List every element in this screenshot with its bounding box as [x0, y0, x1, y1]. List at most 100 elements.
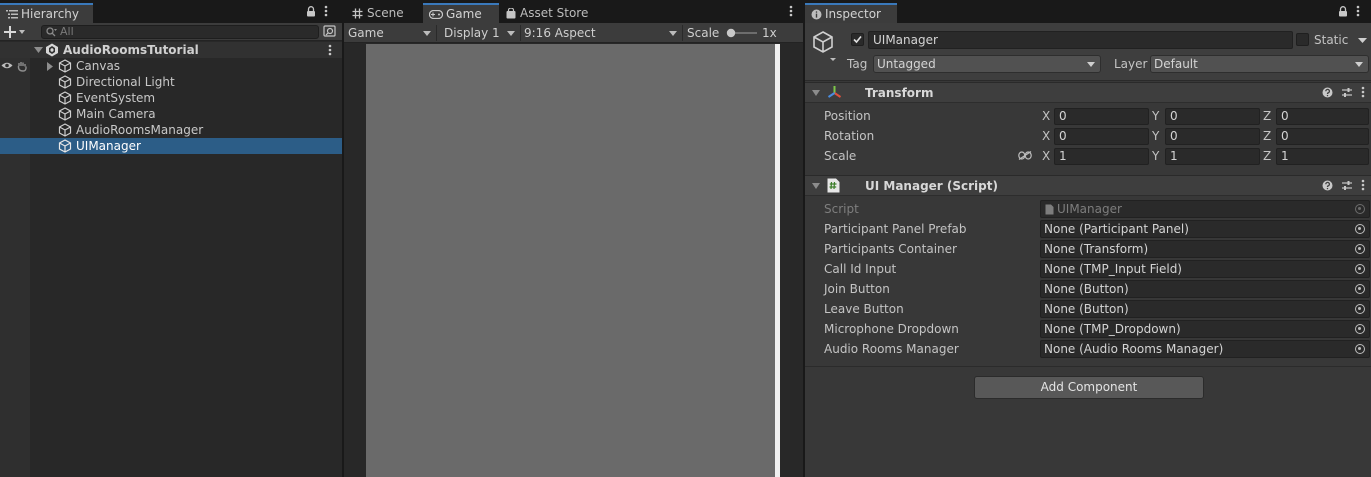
hierarchy-item-directional-light[interactable]: Directional Light [0, 74, 342, 90]
join-button-field[interactable]: None (Button) [1040, 280, 1370, 298]
gameobject-cube-icon [58, 75, 72, 89]
layer-dropdown[interactable]: Default [1150, 55, 1369, 73]
static-dropdown-icon[interactable] [1358, 38, 1367, 44]
field-value: None (Participant Panel) [1044, 222, 1189, 236]
foldout-expanded-icon[interactable] [34, 47, 43, 54]
game-mode-dropdown[interactable]: Game [344, 24, 434, 42]
help-icon[interactable] [1322, 180, 1333, 191]
transform-header[interactable]: Transform [805, 82, 1371, 103]
static-checkbox[interactable] [1296, 33, 1309, 46]
participant-panel-prefab-field[interactable]: None (Participant Panel) [1040, 220, 1370, 238]
create-plus-icon[interactable] [4, 26, 26, 38]
display-dropdown[interactable]: Display 1 [440, 24, 518, 42]
hierarchy-item-audiorooms-manager[interactable]: AudioRoomsManager [0, 122, 342, 138]
hierarchy-scene-root[interactable]: AudioRoomsTutorial [0, 42, 342, 58]
axis-y-label: Y [1152, 149, 1160, 163]
visibility-eye-icon[interactable] [1, 61, 13, 70]
scale-y-field[interactable]: 1 [1165, 148, 1260, 165]
hierarchy-search-input[interactable]: All [41, 25, 319, 39]
foldout-expanded-icon[interactable] [812, 90, 820, 96]
constrain-proportions-link-icon[interactable] [1018, 151, 1032, 160]
list-icon [6, 9, 18, 19]
field-label: Join Button [824, 282, 890, 296]
tab-inspector[interactable]: Inspector [805, 3, 897, 23]
scale-label: Scale [824, 149, 857, 163]
help-icon[interactable] [1322, 87, 1333, 98]
foldout-expanded-icon[interactable] [812, 183, 820, 189]
rotation-label: Rotation [824, 129, 875, 143]
tab-scene-label: Scene [367, 6, 404, 20]
object-picker-icon[interactable] [1355, 284, 1365, 294]
hierarchy-item-canvas[interactable]: Canvas [0, 58, 342, 74]
csharp-script-icon [827, 178, 840, 193]
pickability-hand-icon[interactable] [17, 61, 28, 72]
scene-search-icon[interactable] [323, 25, 337, 38]
scale-slider[interactable] [725, 28, 759, 38]
script-reference-value: UIManager [1057, 202, 1122, 216]
lock-icon[interactable] [306, 5, 316, 17]
inspector-tab-tools [1338, 5, 1360, 17]
hierarchy-item-uimanager[interactable]: UIManager [0, 138, 342, 154]
rotation-y-field[interactable]: 0 [1165, 128, 1260, 145]
static-label: Static [1314, 33, 1349, 47]
object-picker-icon[interactable] [1355, 224, 1365, 234]
position-x-field[interactable]: 0 [1054, 108, 1149, 125]
position-z-field[interactable]: 0 [1276, 108, 1369, 125]
microphone-dropdown-field[interactable]: None (TMP_Dropdown) [1040, 320, 1370, 338]
hierarchy-item-eventsystem[interactable]: EventSystem [0, 90, 342, 106]
rotation-z-field[interactable]: 0 [1276, 128, 1369, 145]
gameobject-large-cube-icon[interactable] [812, 31, 838, 61]
script-header-tools [1322, 179, 1365, 191]
kebab-menu-icon[interactable] [1361, 86, 1365, 98]
game-panel: Scene Game Asset Store Game Display 1 9:… [344, 0, 803, 477]
scene-kebab-icon[interactable] [328, 44, 332, 56]
tab-asset-store[interactable]: Asset Store [506, 3, 588, 23]
tab-scene[interactable]: Scene [352, 3, 404, 23]
lock-icon[interactable] [1338, 5, 1348, 17]
add-component-button[interactable]: Add Component [974, 376, 1204, 399]
game-viewport[interactable] [366, 44, 775, 477]
tag-dropdown[interactable]: Untagged [873, 55, 1101, 73]
script-component-header[interactable]: UI Manager (Script) [805, 175, 1371, 196]
field-label: Leave Button [824, 302, 904, 316]
kebab-menu-icon[interactable] [789, 5, 793, 17]
layer-value: Default [1154, 57, 1198, 71]
kebab-menu-icon[interactable] [324, 5, 328, 17]
object-picker-icon[interactable] [1355, 264, 1365, 274]
object-picker-icon[interactable] [1355, 324, 1365, 334]
tab-game[interactable]: Game [423, 3, 499, 23]
position-y-field[interactable]: 0 [1165, 108, 1260, 125]
participants-container-field[interactable]: None (Transform) [1040, 240, 1370, 258]
aspect-dropdown[interactable]: 9:16 Aspect [520, 24, 680, 42]
inspector-panel: Inspector UIManager Static Tag Untagged [805, 0, 1371, 477]
transform-header-tools [1322, 86, 1365, 98]
gameobject-cube-icon [58, 91, 72, 105]
kebab-menu-icon[interactable] [1356, 5, 1360, 17]
layer-label: Layer [1114, 57, 1148, 71]
tab-hierarchy[interactable]: Hierarchy [0, 3, 93, 23]
leave-button-field[interactable]: None (Button) [1040, 300, 1370, 318]
presets-sliders-icon[interactable] [1341, 180, 1353, 191]
audio-rooms-manager-field[interactable]: None (Audio Rooms Manager) [1040, 340, 1370, 358]
object-name-field[interactable]: UIManager [868, 31, 1293, 49]
foldout-collapsed-icon[interactable] [47, 62, 54, 71]
active-checkbox[interactable] [851, 33, 864, 46]
tag-value: Untagged [877, 57, 936, 71]
presets-sliders-icon[interactable] [1341, 87, 1353, 98]
rotation-x-field[interactable]: 0 [1054, 128, 1149, 145]
game-toolbar: Game Display 1 9:16 Aspect Scale 1x [344, 23, 803, 43]
kebab-menu-icon[interactable] [1361, 179, 1365, 191]
object-picker-icon[interactable] [1355, 304, 1365, 314]
scale-x-field[interactable]: 1 [1054, 148, 1149, 165]
gameobject-cube-icon [58, 123, 72, 137]
field-value: None (Button) [1044, 282, 1129, 296]
hierarchy-item-label: UIManager [76, 139, 141, 153]
chevron-down-icon [1087, 62, 1095, 67]
scale-z-field[interactable]: 1 [1276, 148, 1369, 165]
object-picker-icon[interactable] [1355, 244, 1365, 254]
object-picker-icon[interactable] [1355, 344, 1365, 354]
call-id-input-field[interactable]: None (TMP_Input Field) [1040, 260, 1370, 278]
hierarchy-tab-tools [306, 5, 328, 17]
tab-asset-store-label: Asset Store [520, 6, 589, 20]
hierarchy-item-main-camera[interactable]: Main Camera [0, 106, 342, 122]
